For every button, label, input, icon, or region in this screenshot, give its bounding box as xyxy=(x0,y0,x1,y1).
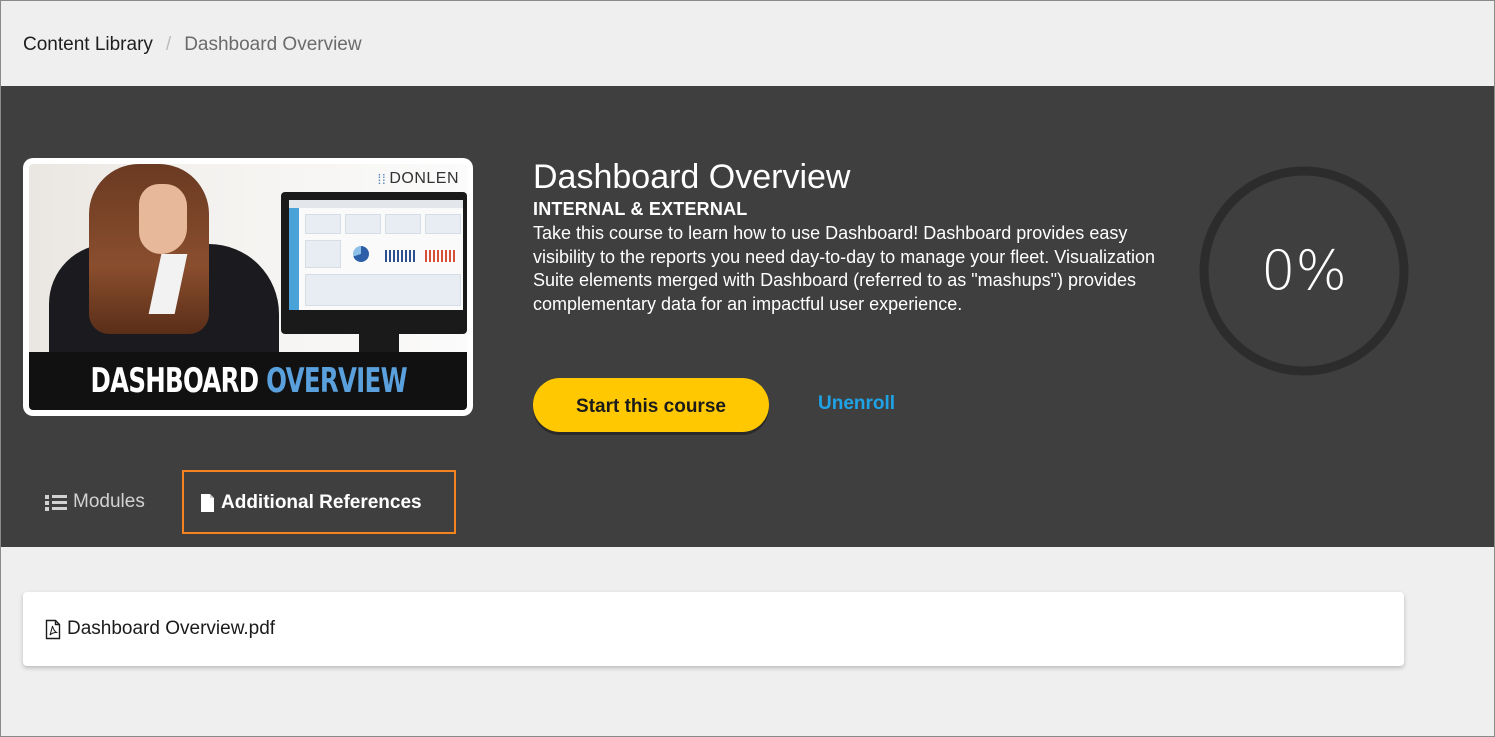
thumbnail-monitor-screen xyxy=(289,200,463,310)
screen-topbar xyxy=(289,200,463,208)
reference-file-name: Dashboard Overview.pdf xyxy=(67,618,276,639)
course-thumbnail: ⁞⁞ DONLEN DASHBOARD OVERVIEW xyxy=(23,158,473,416)
breadcrumb: Content Library / Dashboard Overview xyxy=(23,34,362,56)
screen-card xyxy=(385,214,421,234)
breadcrumb-current: Dashboard Overview xyxy=(184,34,362,55)
screen-table xyxy=(305,274,461,306)
screen-sidebar xyxy=(289,208,299,310)
course-description: Take this course to learn how to use Das… xyxy=(533,223,1156,314)
reference-item[interactable]: Dashboard Overview.pdf xyxy=(45,618,275,640)
screen-bar-chart xyxy=(385,250,415,262)
donlen-logo: ⁞⁞ DONLEN xyxy=(378,170,459,188)
course-title: Dashboard Overview xyxy=(533,158,851,196)
breadcrumb-content-library[interactable]: Content Library xyxy=(23,34,153,56)
thumbnail-person-face xyxy=(139,184,187,254)
screen-bar-chart-red xyxy=(425,250,455,262)
breadcrumb-separator: / xyxy=(165,34,172,55)
screen-card xyxy=(345,214,381,234)
tab-additional-references[interactable]: Additional References xyxy=(182,470,456,534)
donlen-logo-mark-icon: ⁞⁞ xyxy=(377,171,387,187)
tab-modules[interactable]: Modules xyxy=(45,491,145,513)
course-hero: ⁞⁞ DONLEN DASHBOARD OVERVIEW Dashboard O… xyxy=(1,86,1494,547)
progress-percentage: 0% xyxy=(1261,239,1347,302)
tab-additional-references-label: Additional References xyxy=(221,492,422,513)
thumbnail-banner: DASHBOARD OVERVIEW xyxy=(29,352,467,410)
screen-card xyxy=(305,240,341,268)
thumbnail-monitor xyxy=(281,192,467,334)
screen-card xyxy=(425,214,461,234)
thumbnail-banner-word1: DASHBOARD xyxy=(90,361,260,401)
unenroll-link[interactable]: Unenroll xyxy=(818,393,895,415)
references-list: Dashboard Overview.pdf xyxy=(23,592,1404,666)
donlen-logo-text: DONLEN xyxy=(389,170,459,187)
pdf-file-icon xyxy=(45,619,61,639)
tab-modules-label: Modules xyxy=(73,491,145,512)
course-audience: INTERNAL & EXTERNAL xyxy=(533,199,748,219)
start-course-button[interactable]: Start this course xyxy=(533,378,769,432)
screen-pie-chart xyxy=(353,246,369,262)
list-icon xyxy=(45,494,67,511)
screen-card xyxy=(305,214,341,234)
file-icon xyxy=(201,494,214,512)
thumbnail-image: ⁞⁞ DONLEN DASHBOARD OVERVIEW xyxy=(29,164,467,410)
thumbnail-monitor-stand xyxy=(359,334,399,354)
thumbnail-banner-word2: OVERVIEW xyxy=(266,361,407,401)
